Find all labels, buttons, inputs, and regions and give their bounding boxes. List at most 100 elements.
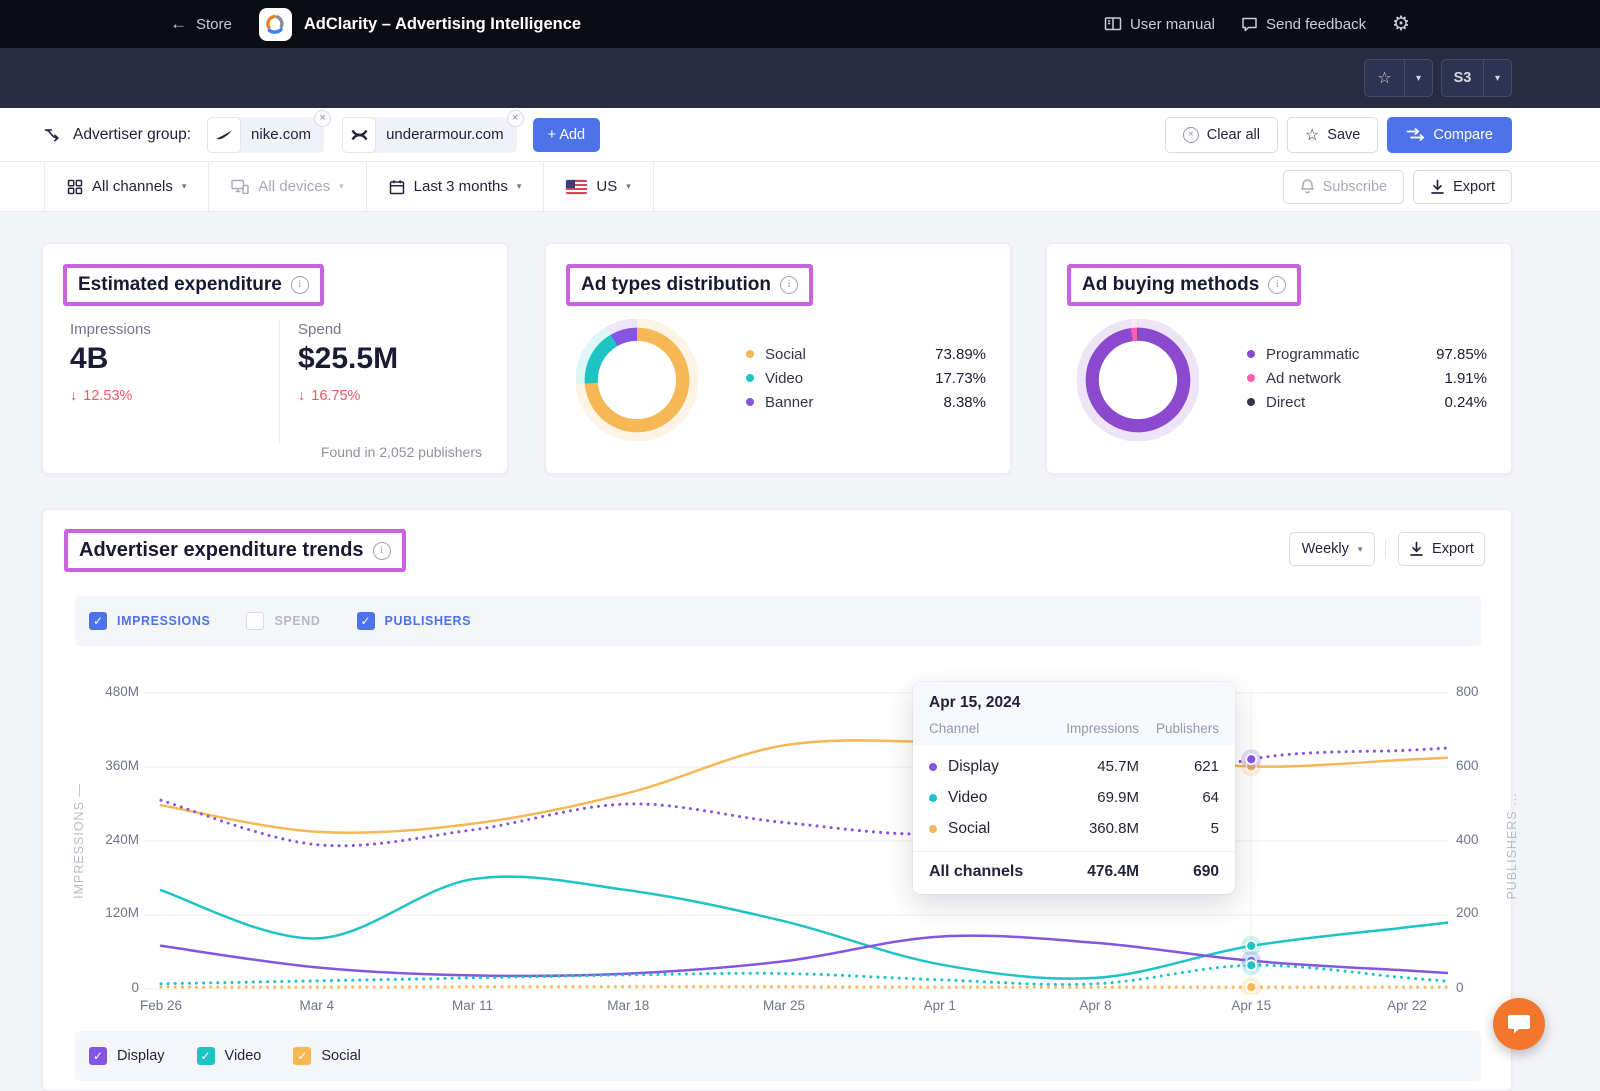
- series-dot: [929, 794, 937, 802]
- impressions-label: Impressions: [70, 321, 151, 338]
- feedback-bubble-icon: [1241, 16, 1258, 32]
- impressions-change-value: 12.53%: [83, 388, 132, 404]
- devices-filter-label: All devices: [258, 178, 330, 195]
- ad-buying-donut-chart[interactable]: [1077, 319, 1199, 441]
- legend-dot: [746, 350, 754, 358]
- down-arrow-icon: ↓: [298, 388, 305, 404]
- compare-button[interactable]: Compare: [1387, 117, 1512, 153]
- download-icon: [1430, 179, 1445, 195]
- send-feedback-link[interactable]: Send feedback: [1241, 16, 1366, 33]
- advertiser-group-row: Advertiser group: nike.com × underarmour…: [0, 108, 1600, 162]
- legend-row: Ad network 1.91%: [1247, 366, 1487, 390]
- spend-toggle[interactable]: SPEND: [246, 612, 320, 630]
- add-advertiser-button[interactable]: + Add: [533, 118, 601, 152]
- display-series-toggle[interactable]: ✓ Display: [89, 1047, 165, 1065]
- row-publishers: 64: [1139, 789, 1219, 806]
- legend-dot: [1247, 398, 1255, 406]
- checked-checkbox: ✓: [89, 612, 107, 630]
- subscribe-button[interactable]: Subscribe: [1283, 170, 1404, 204]
- preset-button[interactable]: S3: [1442, 60, 1483, 96]
- tooltip-date: Apr 15, 2024: [929, 694, 1219, 712]
- x-tick: Mar 18: [583, 998, 673, 1013]
- date-range-dropdown[interactable]: Last 3 months ▾: [367, 162, 545, 211]
- region-dropdown[interactable]: US ▾: [544, 162, 653, 211]
- send-feedback-label: Send feedback: [1266, 16, 1366, 33]
- export-label: Export: [1453, 179, 1495, 195]
- adclarity-logo: [259, 8, 292, 41]
- trend-line-chart[interactable]: 480M 360M 240M 120M 0 800 600 400 200 0 …: [144, 677, 1448, 995]
- x-tick: Mar 11: [428, 998, 518, 1013]
- y-tick: 240M: [89, 832, 139, 847]
- x-tick: Apr 8: [1051, 998, 1141, 1013]
- trends-export-button[interactable]: Export: [1398, 532, 1485, 566]
- legend-dot: [1247, 374, 1255, 382]
- legend-label: Direct: [1266, 394, 1417, 411]
- legend-value: 97.85%: [1417, 346, 1487, 363]
- tooltip-header: Apr 15, 2024 Channel Impressions Publish…: [913, 682, 1235, 745]
- advertiser-chip-nike[interactable]: nike.com ×: [207, 117, 324, 153]
- ad-buying-legend: Programmatic 97.85% Ad network 1.91% Dir…: [1247, 342, 1487, 414]
- legend-row: Social 73.89%: [746, 342, 986, 366]
- y-tick: 360M: [89, 758, 139, 773]
- export-label: Export: [1432, 541, 1474, 557]
- compare-label: Compare: [1433, 127, 1493, 143]
- chat-bubble-icon: [1507, 1013, 1531, 1035]
- interval-dropdown[interactable]: Weekly ▾: [1289, 532, 1375, 566]
- row-channel: Social: [948, 820, 1037, 838]
- user-manual-link[interactable]: User manual: [1104, 16, 1215, 33]
- legend-dot: [1247, 350, 1255, 358]
- save-button[interactable]: ☆ Save: [1287, 117, 1378, 153]
- info-icon[interactable]: i: [291, 276, 309, 294]
- legend-label: Programmatic: [1266, 346, 1417, 363]
- settings-gear-icon[interactable]: ⚙: [1392, 14, 1410, 34]
- preset-dropdown-caret[interactable]: ▾: [1483, 60, 1511, 96]
- advertiser-group-icon: [44, 127, 63, 142]
- chevron-down-icon: ▾: [182, 181, 187, 192]
- toggle-label: SPEND: [274, 614, 320, 628]
- series-legend-band: ✓ Display ✓ Video ✓ Social: [75, 1031, 1481, 1081]
- advertiser-chip-underarmour[interactable]: underarmour.com ×: [342, 117, 517, 153]
- back-to-store-button[interactable]: ← Store: [170, 14, 232, 34]
- row-publishers: 5: [1139, 820, 1219, 837]
- publishers-toggle[interactable]: ✓ PUBLISHERS: [357, 612, 472, 630]
- channels-filter-dropdown[interactable]: All channels ▾: [44, 162, 209, 211]
- user-manual-label: User manual: [1130, 16, 1215, 33]
- x-tick: Mar 25: [739, 998, 829, 1013]
- legend-value: 1.91%: [1417, 370, 1487, 387]
- video-series-toggle[interactable]: ✓ Video: [197, 1047, 262, 1065]
- legend-value: 0.24%: [1417, 394, 1487, 411]
- info-icon[interactable]: i: [780, 276, 798, 294]
- impressions-toggle[interactable]: ✓ IMPRESSIONS: [89, 612, 210, 630]
- clear-all-button[interactable]: × Clear all: [1165, 117, 1278, 153]
- top-app-bar: ← Store AdClarity – Advertising Intellig…: [0, 0, 1600, 48]
- checked-checkbox: ✓: [197, 1047, 215, 1065]
- chat-widget-button[interactable]: [1493, 998, 1545, 1050]
- remove-chip-icon[interactable]: ×: [507, 110, 524, 127]
- ad-types-donut-chart[interactable]: [576, 319, 698, 441]
- divider: [1385, 540, 1386, 558]
- chevron-down-icon: ▾: [339, 181, 344, 192]
- devices-filter-dropdown[interactable]: All devices ▾: [209, 162, 366, 211]
- legend-row: Video 17.73%: [746, 366, 986, 390]
- info-icon[interactable]: i: [1268, 276, 1286, 294]
- export-button[interactable]: Export: [1413, 170, 1512, 204]
- card-title: Ad buying methods: [1082, 274, 1259, 296]
- info-icon[interactable]: i: [373, 542, 391, 560]
- remove-chip-icon[interactable]: ×: [314, 110, 331, 127]
- report-toolbar: ☆ ▾ S3 ▾: [0, 48, 1600, 108]
- checked-checkbox: ✓: [89, 1047, 107, 1065]
- legend-label: Video: [765, 370, 916, 387]
- y-tick: 200: [1456, 905, 1506, 920]
- x-tick: Apr 15: [1206, 998, 1296, 1013]
- y-tick: 600: [1456, 758, 1506, 773]
- social-series-toggle[interactable]: ✓ Social: [293, 1047, 361, 1065]
- favorite-dropdown-caret[interactable]: ▾: [1404, 60, 1432, 96]
- total-impressions: 476.4M: [1037, 863, 1139, 881]
- devices-icon: [231, 179, 249, 194]
- tooltip-columns: Channel Impressions Publishers: [929, 721, 1219, 736]
- ad-types-legend: Social 73.89% Video 17.73% Banner 8.38%: [746, 342, 986, 414]
- favorite-star-button[interactable]: ☆: [1365, 60, 1404, 96]
- legend-value: 8.38%: [916, 394, 986, 411]
- y-tick: 400: [1456, 832, 1506, 847]
- y-tick: 0: [1456, 980, 1506, 995]
